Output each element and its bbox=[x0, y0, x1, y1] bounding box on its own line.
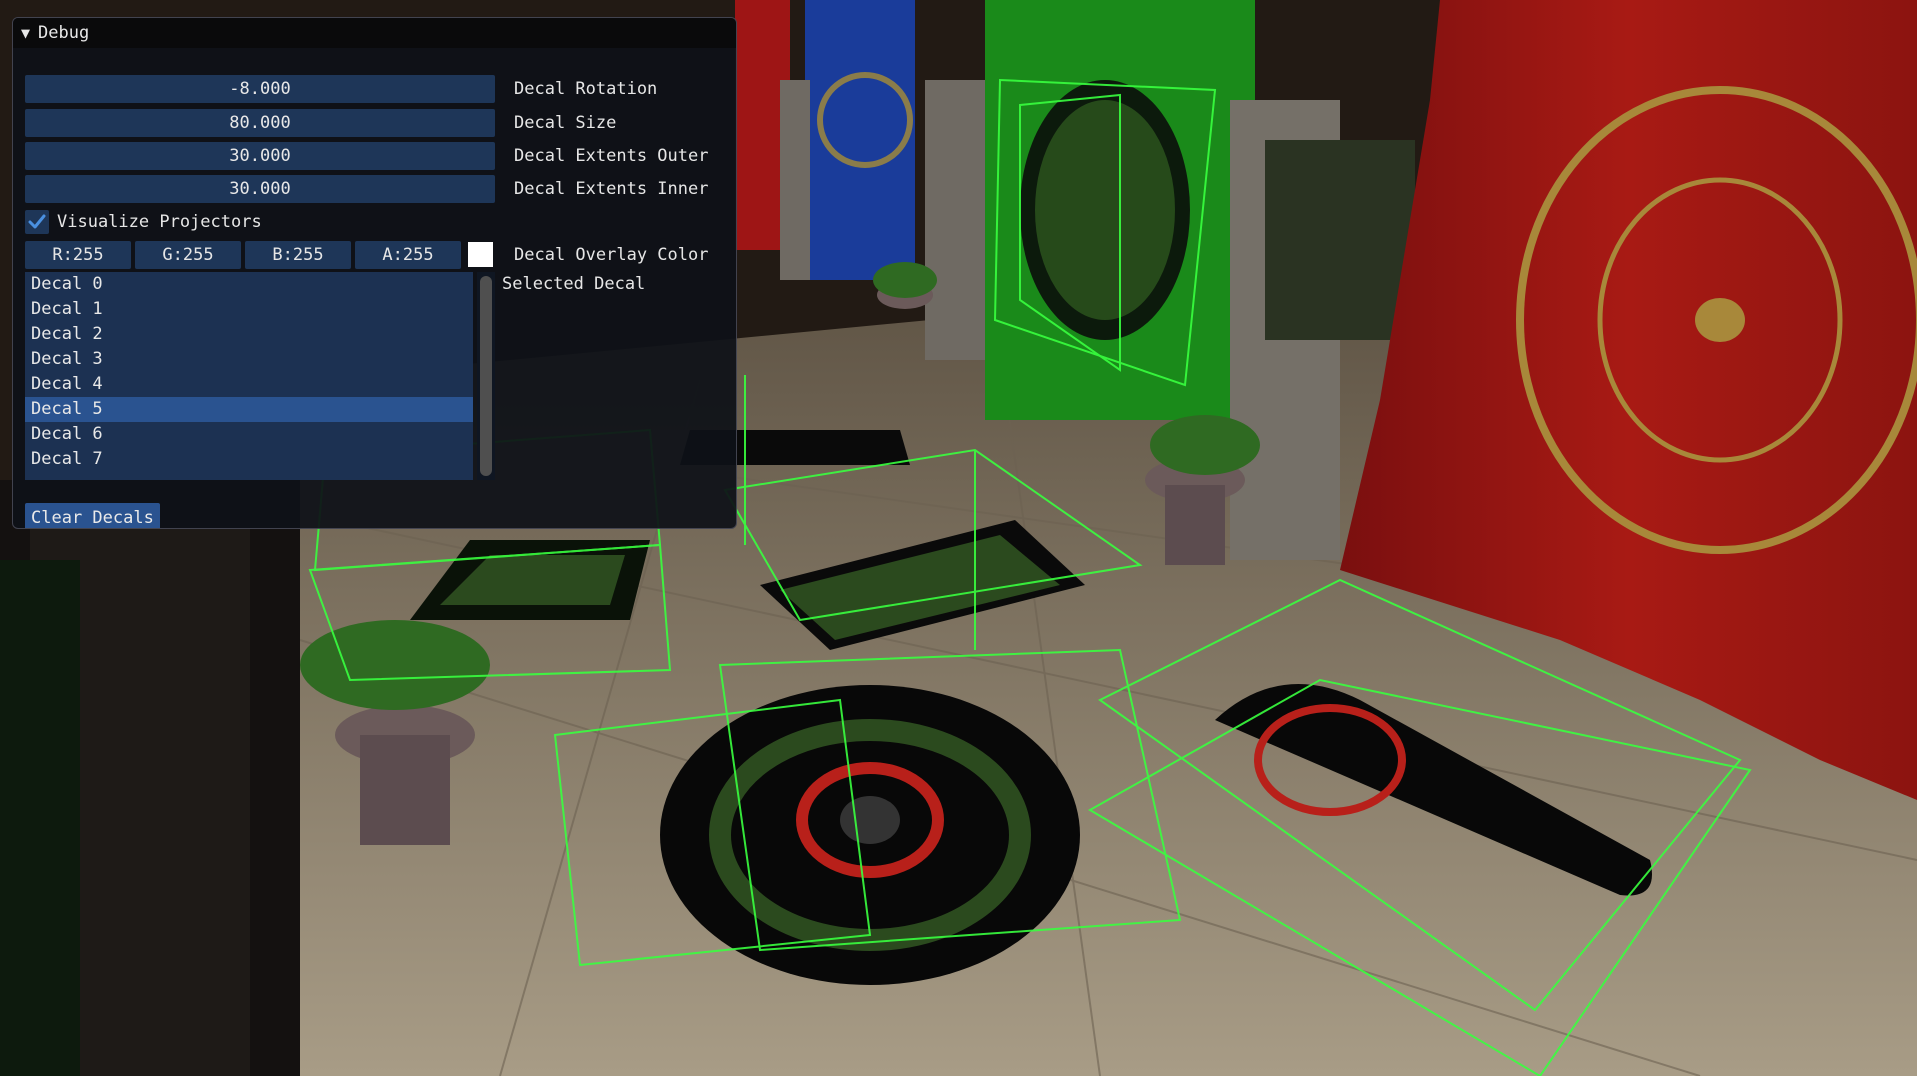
decal-extents-inner-slider[interactable]: 30.000 bbox=[25, 174, 495, 203]
color-swatch-button[interactable] bbox=[468, 242, 493, 267]
debug-window-body: -8.000 Decal Rotation 80.000 Decal Size … bbox=[13, 48, 736, 528]
color-alpha-input[interactable]: A:255 bbox=[355, 240, 461, 269]
selected-decal-listbox[interactable]: Decal 0 Decal 1 Decal 2 Decal 3 Decal 4 … bbox=[25, 272, 473, 480]
decal-extents-inner-row: 30.000 Decal Extents Inner bbox=[25, 174, 708, 203]
list-item[interactable]: Decal 3 bbox=[25, 347, 473, 372]
decal-size-row: 80.000 Decal Size bbox=[25, 108, 616, 137]
selected-decal-label: Selected Decal bbox=[502, 274, 646, 294]
checkmark-icon bbox=[28, 214, 46, 228]
list-item[interactable]: Decal 7 bbox=[25, 447, 473, 472]
debug-window-titlebar[interactable]: ▼ Debug bbox=[13, 18, 736, 48]
clear-decals-button[interactable]: Clear Decals bbox=[25, 503, 160, 528]
color-red-input[interactable]: R:255 bbox=[25, 240, 131, 269]
list-item[interactable]: Decal 6 bbox=[25, 422, 473, 447]
list-item[interactable]: Decal 2 bbox=[25, 322, 473, 347]
decal-overlay-color-row: R:255 G:255 B:255 A:255 Decal Overlay Co… bbox=[25, 240, 708, 269]
color-blue-input[interactable]: B:255 bbox=[245, 240, 351, 269]
list-item[interactable]: Decal 4 bbox=[25, 372, 473, 397]
scrollbar-grab[interactable] bbox=[480, 276, 492, 476]
visualize-projectors-label: Visualize Projectors bbox=[57, 211, 262, 232]
decal-rotation-row: -8.000 Decal Rotation bbox=[25, 74, 657, 103]
debug-window: ▼ Debug -8.000 Decal Rotation 80.000 Dec… bbox=[12, 17, 737, 529]
color-green-input[interactable]: G:255 bbox=[135, 240, 241, 269]
decal-extents-outer-label: Decal Extents Outer bbox=[514, 145, 709, 166]
listbox-scrollbar[interactable] bbox=[477, 272, 495, 480]
decal-overlay-color-label: Decal Overlay Color bbox=[514, 244, 709, 265]
collapse-arrow-icon[interactable]: ▼ bbox=[21, 24, 30, 42]
decal-extents-outer-slider[interactable]: 30.000 bbox=[25, 141, 495, 170]
list-item[interactable]: Decal 1 bbox=[25, 297, 473, 322]
visualize-projectors-row: Visualize Projectors bbox=[25, 207, 262, 236]
decal-size-slider[interactable]: 80.000 bbox=[25, 108, 495, 137]
list-item-selected[interactable]: Decal 5 bbox=[25, 397, 473, 422]
decal-extents-inner-label: Decal Extents Inner bbox=[514, 178, 709, 199]
decal-rotation-label: Decal Rotation bbox=[514, 78, 658, 99]
decal-rotation-slider[interactable]: -8.000 bbox=[25, 74, 495, 103]
visualize-projectors-checkbox[interactable] bbox=[25, 209, 49, 234]
list-item[interactable]: Decal 0 bbox=[25, 272, 473, 297]
decal-size-label: Decal Size bbox=[514, 112, 617, 133]
decal-extents-outer-row: 30.000 Decal Extents Outer bbox=[25, 141, 708, 170]
window-title: Debug bbox=[38, 23, 90, 43]
